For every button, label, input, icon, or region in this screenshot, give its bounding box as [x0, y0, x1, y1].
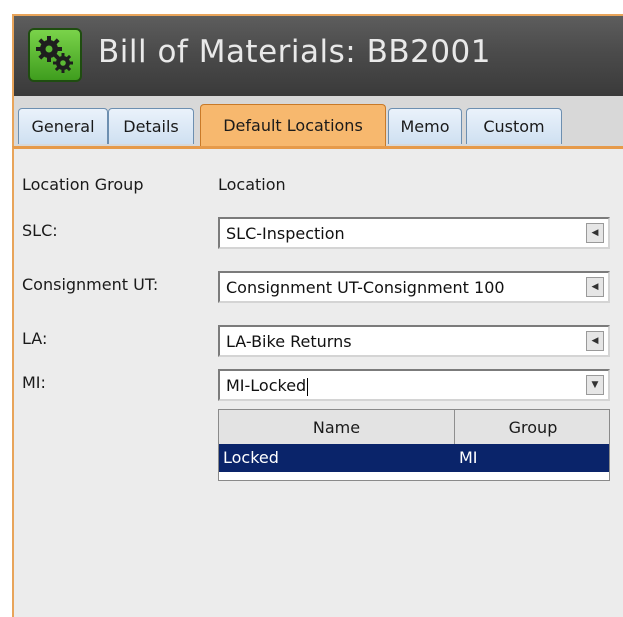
row-label-slc: SLC: [22, 221, 58, 240]
bom-window: Bill of Materials: BB2001 General Detail… [0, 0, 623, 617]
tab-default-locations[interactable]: Default Locations [200, 104, 386, 146]
window-title: Bill of Materials: BB2001 [98, 34, 492, 70]
location-dropdown-grid: Name Group Locked MI [218, 409, 610, 481]
consignment-ut-location-value: Consignment UT-Consignment 100 [226, 278, 505, 297]
title-bar: Bill of Materials: BB2001 [12, 14, 623, 96]
tab-memo[interactable]: Memo [388, 108, 462, 144]
tab-details[interactable]: Details [108, 108, 194, 144]
text-caret [307, 377, 309, 396]
grid-row-locked[interactable]: Locked MI [219, 444, 609, 472]
grid-header: Name Group [219, 410, 609, 445]
grid-column-group[interactable]: Group [455, 410, 611, 444]
dropdown-arrow-icon[interactable]: ▼ [586, 375, 604, 395]
mi-location-value[interactable]: MI-Locked [226, 376, 306, 395]
scroll-left-icon[interactable]: ◀ [586, 223, 604, 243]
mi-location-combo[interactable]: MI-Locked ▼ [218, 369, 610, 401]
tab-general[interactable]: General [18, 108, 108, 144]
slc-location-combo[interactable]: SLC-Inspection ◀ [218, 217, 610, 249]
scroll-left-icon[interactable]: ◀ [586, 277, 604, 297]
grid-cell-group: MI [459, 448, 478, 467]
grid-cell-name: Locked [223, 448, 279, 467]
mi-location-text: MI-Locked [226, 376, 309, 396]
location-group-header: Location Group [22, 175, 144, 194]
grid-column-name[interactable]: Name [219, 410, 455, 444]
default-locations-panel: Location Group Location SLC: SLC-Inspect… [12, 146, 623, 617]
row-label-consignment-ut: Consignment UT: [22, 275, 159, 294]
la-location-combo[interactable]: LA-Bike Returns ◀ [218, 325, 610, 357]
slc-location-value: SLC-Inspection [226, 224, 345, 243]
la-location-value: LA-Bike Returns [226, 332, 352, 351]
scroll-left-icon[interactable]: ◀ [586, 331, 604, 351]
row-label-la: LA: [22, 329, 48, 348]
tab-custom[interactable]: Custom [466, 108, 562, 144]
gears-icon [28, 28, 82, 82]
row-label-mi: MI: [22, 373, 46, 392]
location-header: Location [218, 175, 286, 194]
tab-strip: General Details Default Locations Memo C… [12, 96, 623, 146]
consignment-ut-location-combo[interactable]: Consignment UT-Consignment 100 ◀ [218, 271, 610, 303]
